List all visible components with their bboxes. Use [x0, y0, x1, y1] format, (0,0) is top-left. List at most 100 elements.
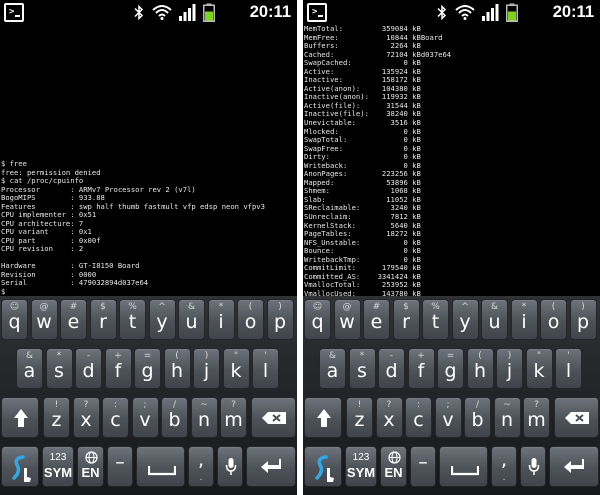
key-w[interactable]: @ w: [333, 299, 361, 340]
comma-key-label: ,: [500, 449, 508, 471]
space-key[interactable]: [136, 446, 185, 487]
key-w[interactable]: @ w: [30, 299, 58, 340]
key-o[interactable]: (o: [540, 299, 567, 340]
swype-icon: [12, 455, 31, 482]
space-key[interactable]: [439, 446, 488, 487]
key-i[interactable]: * i: [207, 299, 235, 340]
swype-key[interactable]: [1, 446, 39, 487]
swype-key[interactable]: [304, 446, 342, 487]
space-bar-icon: [451, 466, 479, 476]
key-u[interactable]: & u: [481, 299, 508, 340]
key-c[interactable]: :c: [405, 397, 432, 438]
terminal-output[interactable]: $ free free: permission denied $ cat /proc…: [0, 25, 297, 296]
key-t[interactable]: % t: [119, 299, 146, 340]
key-label: q: [8, 311, 21, 333]
swype-icon: [315, 455, 334, 482]
key-label: q: [311, 311, 324, 333]
comma-key[interactable]: ,.: [188, 446, 214, 487]
minus-key-label: –: [115, 451, 125, 473]
key-t[interactable]: % t: [422, 299, 449, 340]
signal-strength-icon: [482, 4, 499, 21]
enter-key[interactable]: [549, 446, 599, 487]
key-k[interactable]: " k: [525, 348, 553, 389]
key-label: b: [471, 409, 484, 431]
key-i[interactable]: * i: [510, 299, 538, 340]
terminal-app-icon[interactable]: >: [4, 3, 24, 22]
backspace-key[interactable]: [251, 397, 296, 438]
key-c[interactable]: :c: [102, 397, 129, 438]
key-q[interactable]: ☺ q: [304, 299, 331, 340]
shift-arrow-icon: [14, 409, 28, 427]
key-p[interactable]: ) p: [266, 299, 294, 340]
period-hint: .: [199, 473, 203, 483]
key-d[interactable]: -d: [75, 348, 102, 389]
key-y[interactable]: ^ y: [148, 299, 176, 340]
comma-key[interactable]: ,.: [491, 446, 517, 487]
key-label: a: [23, 360, 36, 382]
key-label: i: [521, 311, 527, 333]
key-label: x: [80, 409, 92, 431]
key-m[interactable]: ? m: [523, 397, 550, 438]
key-d[interactable]: -d: [378, 348, 405, 389]
terminal-line: $: [1, 286, 6, 296]
symbols-key[interactable]: 123 SYM: [42, 446, 74, 487]
key-l[interactable]: ' l: [252, 348, 279, 389]
key-v[interactable]: ; v: [434, 397, 462, 438]
minus-key[interactable]: –: [107, 446, 133, 487]
language-key[interactable]: EN: [77, 446, 104, 487]
key-g[interactable]: = g: [437, 348, 464, 389]
bluetooth-icon: [134, 4, 144, 21]
key-r[interactable]: $ r: [89, 299, 117, 340]
key-y[interactable]: ^ y: [451, 299, 479, 340]
shift-key[interactable]: [1, 397, 39, 438]
key-f[interactable]: + f: [104, 348, 132, 389]
key-a[interactable]: & a: [319, 348, 346, 389]
key-h[interactable]: (h: [466, 348, 494, 389]
key-e[interactable]: # e: [363, 299, 390, 340]
terminal-app-icon[interactable]: >: [307, 3, 327, 22]
enter-key[interactable]: [246, 446, 296, 487]
key-u[interactable]: & u: [178, 299, 205, 340]
key-x[interactable]: ? x: [72, 397, 100, 438]
key-z[interactable]: ! z: [43, 397, 70, 438]
key-q[interactable]: ☺ q: [1, 299, 28, 340]
voice-input-key[interactable]: [217, 446, 243, 487]
status-bar: > 20:11: [0, 0, 297, 25]
symbols-key[interactable]: 123 SYM: [345, 446, 377, 487]
key-label: d: [385, 360, 398, 382]
key-j[interactable]: ) j: [496, 348, 523, 389]
key-b[interactable]: / b: [464, 397, 491, 438]
key-h[interactable]: (h: [163, 348, 191, 389]
key-f[interactable]: + f: [407, 348, 435, 389]
key-a[interactable]: & a: [16, 348, 43, 389]
key-r[interactable]: $ r: [392, 299, 420, 340]
shift-key[interactable]: [304, 397, 342, 438]
backspace-key[interactable]: [554, 397, 599, 438]
language-key[interactable]: EN: [380, 446, 407, 487]
key-n[interactable]: ~ n: [493, 397, 521, 438]
key-label: o: [547, 311, 560, 333]
key-label: u: [488, 311, 501, 333]
key-n[interactable]: ~ n: [190, 397, 218, 438]
key-b[interactable]: / b: [161, 397, 188, 438]
key-label: r: [99, 311, 107, 333]
key-l[interactable]: ' l: [555, 348, 582, 389]
key-o[interactable]: (o: [237, 299, 264, 340]
voice-input-key[interactable]: [520, 446, 546, 487]
key-e[interactable]: # e: [60, 299, 87, 340]
key-v[interactable]: ; v: [131, 397, 159, 438]
terminal-output[interactable]: MemTotal: 359084 kB MemFree: 10844 kBBoar…: [303, 25, 600, 296]
enter-arrow-icon: [564, 459, 584, 473]
shift-arrow-icon: [317, 409, 331, 427]
key-p[interactable]: ) p: [569, 299, 597, 340]
key-z[interactable]: ! z: [346, 397, 373, 438]
key-g[interactable]: = g: [134, 348, 161, 389]
key-m[interactable]: ? m: [220, 397, 247, 438]
key-s[interactable]: * s: [348, 348, 376, 389]
minus-key[interactable]: –: [410, 446, 436, 487]
key-s[interactable]: * s: [45, 348, 73, 389]
key-j[interactable]: ) j: [193, 348, 220, 389]
key-x[interactable]: ? x: [375, 397, 403, 438]
key-label: n: [197, 409, 211, 431]
key-k[interactable]: " k: [222, 348, 250, 389]
